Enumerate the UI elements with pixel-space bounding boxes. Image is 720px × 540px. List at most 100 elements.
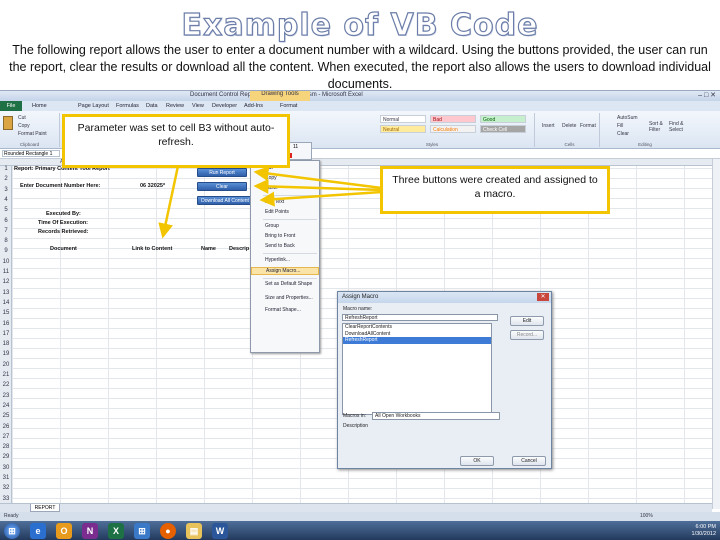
firefox-icon[interactable]: ● [160,523,176,539]
find-select-button[interactable]: Find & Select [669,121,687,133]
row-number[interactable]: 15 [0,310,12,316]
onenote-icon[interactable]: N [82,523,98,539]
row-number[interactable]: 23 [0,393,12,399]
cell-b3-doc-number[interactable]: 06 32025* [140,183,165,189]
cell-executed-by[interactable]: Executed By: [46,211,81,217]
header-name[interactable]: Name [201,246,216,252]
insert-button[interactable]: Insert [542,123,555,129]
row-number[interactable]: 30 [0,465,12,471]
menu-format-shape[interactable]: Format Shape... [265,307,301,313]
cell-records-retrieved[interactable]: Records Retrieved: [38,229,88,235]
style-calculation[interactable]: Calculation [430,125,476,133]
row-number[interactable]: 31 [0,475,12,481]
clock[interactable]: 6:00 PM 1/30/2012 [692,524,716,538]
tab-view[interactable]: View [192,103,204,109]
explorer-icon[interactable]: ▤ [186,523,202,539]
tab-formulas[interactable]: Formulas [116,103,139,109]
cell-time-of-execution[interactable]: Time Of Execution: [38,220,88,226]
tab-review[interactable]: Review [166,103,184,109]
windows-start-icon[interactable]: ⊞ [4,523,20,539]
row-number[interactable]: 22 [0,382,12,388]
macro-name-input[interactable]: RefreshReport [342,314,498,321]
row-number[interactable]: 18 [0,341,12,347]
autosum-button[interactable]: AutoSum [617,115,638,121]
tab-data[interactable]: Data [146,103,158,109]
menu-set-default-shape[interactable]: Set as Default Shape [265,281,312,287]
row-number[interactable]: 9 [0,248,12,254]
row-number[interactable]: 10 [0,259,12,265]
menu-assign-macro[interactable]: Assign Macro... [251,267,319,275]
row-number[interactable]: 14 [0,300,12,306]
header-document[interactable]: Document [50,246,77,252]
vertical-scrollbar[interactable] [712,159,720,509]
row-number[interactable]: 12 [0,279,12,285]
macros-in-select[interactable]: All Open Workbooks [372,412,500,420]
fill-button[interactable]: Fill [617,123,623,129]
menu-size-properties[interactable]: Size and Properties... [265,295,313,301]
row-number[interactable]: 8 [0,238,12,244]
menu-edit-points[interactable]: Edit Points [265,209,289,215]
row-number[interactable]: 19 [0,351,12,357]
row-number[interactable]: 13 [0,290,12,296]
name-box[interactable]: Rounded Rectangle 1 [2,150,60,157]
menu-group[interactable]: Group [265,223,279,229]
row-number[interactable]: 6 [0,218,12,224]
cut-button[interactable]: Cut [18,115,26,121]
row-number[interactable]: 17 [0,331,12,337]
copy-button[interactable]: Copy [18,123,30,129]
menu-bring-to-front[interactable]: Bring to Front [265,233,295,239]
row-number[interactable]: 21 [0,372,12,378]
tab-add-ins[interactable]: Add-Ins [244,103,263,109]
run-report-button[interactable]: Run Report [197,168,247,177]
style-check-cell[interactable]: Check Cell [480,125,526,133]
row-number[interactable]: 7 [0,228,12,234]
menu-edit-text[interactable]: Edit Text [265,199,284,205]
row-number[interactable]: 1 [0,166,12,172]
row-number[interactable]: 2 [0,176,12,182]
row-number[interactable]: 3 [0,187,12,193]
header-description[interactable]: Descrip [229,246,249,252]
outlook-icon[interactable]: O [56,523,72,539]
header-link-to-content[interactable]: Link to Content [132,246,172,252]
cell-doc-number-label[interactable]: Enter Document Number Here: [20,183,100,189]
record-button[interactable]: Record... [510,330,544,340]
format-painter-button[interactable]: Format Paint [18,131,47,137]
format-button[interactable]: Format [580,123,596,129]
zoom-level[interactable]: 100% [640,513,653,519]
menu-send-to-back[interactable]: Send to Back [265,243,295,249]
row-number[interactable]: 33 [0,496,12,502]
macro-item-selected[interactable]: RefreshReport [343,337,491,344]
row-number[interactable]: 4 [0,197,12,203]
row-number[interactable]: 26 [0,424,12,430]
row-number[interactable]: 28 [0,444,12,450]
tab-developer[interactable]: Developer [212,103,237,109]
close-icon[interactable]: ✕ [537,293,549,301]
clear-button[interactable]: Clear [197,182,247,191]
tab-file[interactable]: File [0,101,22,111]
row-number[interactable]: 32 [0,485,12,491]
font-size[interactable]: 11 [293,144,298,150]
menu-hyperlink[interactable]: Hyperlink... [265,257,290,263]
row-number[interactable]: 29 [0,454,12,460]
menu-paste[interactable]: Paste [265,185,278,191]
row-number[interactable]: 5 [0,207,12,213]
sort-filter-button[interactable]: Sort & Filter [649,121,667,133]
ok-button[interactable]: OK [460,456,494,466]
window-controls[interactable]: – □ ✕ [698,91,716,99]
delete-button[interactable]: Delete [562,123,576,129]
menu-copy[interactable]: Copy [265,175,277,181]
windows-icon[interactable]: ⊞ [134,523,150,539]
style-normal[interactable]: Normal [380,115,426,123]
cancel-button[interactable]: Cancel [512,456,546,466]
paste-icon[interactable] [3,116,13,130]
row-number[interactable]: 16 [0,321,12,327]
row-number[interactable]: 25 [0,413,12,419]
word-icon[interactable]: W [212,523,228,539]
row-number[interactable]: 11 [0,269,12,275]
style-bad[interactable]: Bad [430,115,476,123]
row-number[interactable]: 20 [0,362,12,368]
download-all-content-button[interactable]: Download All Content [197,196,253,205]
tab-page-layout[interactable]: Page Layout [78,103,109,109]
macro-list[interactable]: ClearReportContents DownloadAllContent R… [342,323,492,415]
tab-home[interactable]: Home [32,103,47,109]
